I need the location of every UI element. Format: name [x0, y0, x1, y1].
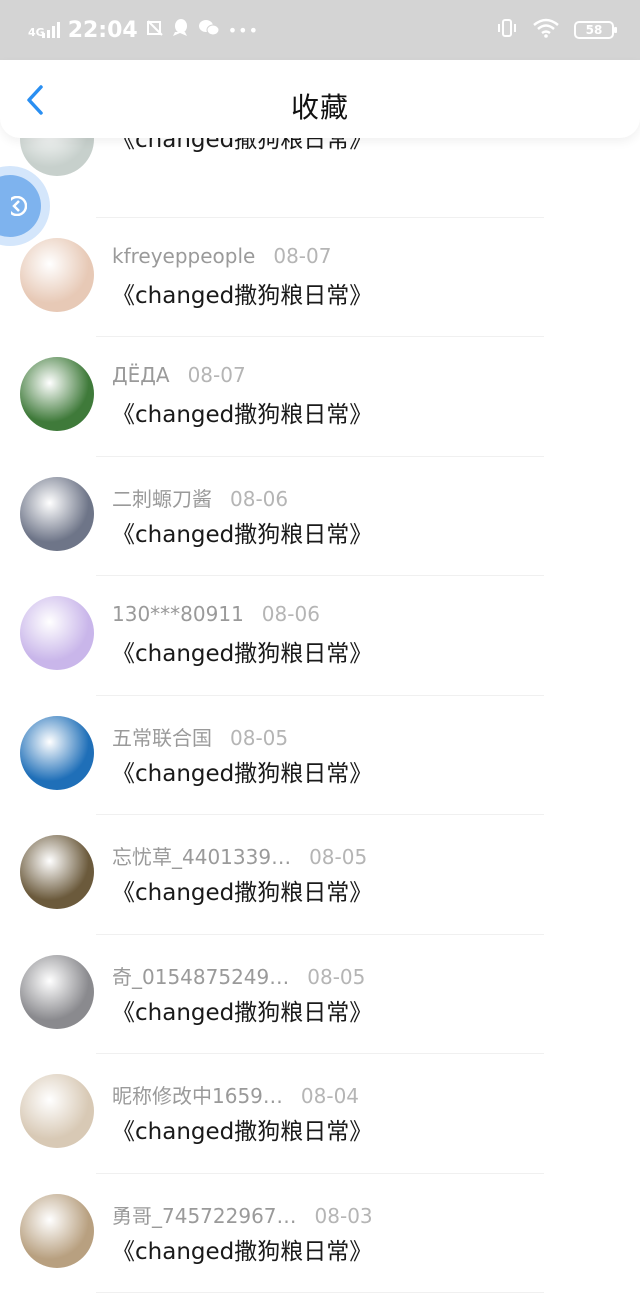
item-title: 《changed撒狗粮日常》: [112, 754, 372, 788]
item-meta: kfreyeppeople 08-07: [112, 244, 331, 268]
avatar[interactable]: [20, 716, 94, 790]
item-title: 《changed撒狗粮日常》: [112, 1112, 372, 1146]
item-meta: 勇哥_745722967… 08-03: [112, 1200, 373, 1229]
username: 昵称修改中1659…: [112, 1080, 283, 1109]
username: 奇_0154875249…: [112, 961, 289, 990]
list-item[interactable]: 忘忧草_4401339… 08-05 《changed撒狗粮日常》: [0, 815, 640, 935]
mute-icon: [146, 19, 164, 42]
item-title: 《changed撒狗粮日常》: [112, 634, 372, 668]
item-title: 《changed撒狗粮日常》: [112, 276, 372, 310]
username: kfreyeppeople: [112, 244, 255, 268]
avatar[interactable]: [20, 835, 94, 909]
list-item[interactable]: 奇_0154875249… 08-05 《changed撒狗粮日常》: [0, 935, 640, 1055]
username: ДЁДА: [112, 363, 170, 387]
item-date: 08-07: [273, 244, 331, 268]
signal-icon: 4G: [28, 22, 60, 38]
item-date: 08-05: [309, 845, 367, 869]
item-meta: 二刺螈刀酱 08-06: [112, 483, 288, 512]
vibrate-icon: [496, 18, 518, 42]
list-item[interactable]: 130***80911 08-06 《changed撒狗粮日常》: [0, 576, 640, 696]
avatar[interactable]: [20, 238, 94, 312]
nav-header: 收藏: [0, 60, 640, 138]
list-item[interactable]: kfreyeppeople 08-07 《changed撒狗粮日常》: [0, 218, 640, 338]
item-title: 《changed撒狗粮日常》: [112, 1232, 372, 1266]
more-notifications-icon: •••: [228, 21, 259, 40]
avatar[interactable]: [20, 1194, 94, 1268]
battery-indicator: 58: [574, 21, 614, 39]
item-title: 《changed撒狗粮日常》: [112, 515, 372, 549]
avatar[interactable]: [20, 357, 94, 431]
item-meta: 130***80911 08-06: [112, 602, 320, 626]
item-date: 08-05: [307, 965, 365, 989]
username: 五常联合国: [112, 722, 212, 751]
wifi-icon: [532, 18, 560, 42]
username: 130***80911: [112, 602, 244, 626]
status-bar: 4G 22:04 ••• 58: [0, 0, 640, 60]
list-item[interactable]: 二刺螈刀酱 08-06 《changed撒狗粮日常》: [0, 457, 640, 577]
item-title: 《changed撒狗粮日常》: [112, 395, 372, 429]
list-item[interactable]: 昵称修改中1659… 08-04 《changed撒狗粮日常》: [0, 1054, 640, 1174]
list-item[interactable]: 五常联合国 08-05 《changed撒狗粮日常》: [0, 696, 640, 816]
favorites-list: 烟草缘大人法请留步08-07《changed撒狗粮日常》kfreyeppeopl…: [0, 98, 640, 1293]
item-meta: 五常联合国 08-05: [112, 722, 288, 751]
avatar[interactable]: [20, 477, 94, 551]
list-item[interactable]: ДЁДА 08-07 《changed撒狗粮日常》: [0, 337, 640, 457]
item-date: 08-06: [230, 487, 288, 511]
avatar[interactable]: [20, 1074, 94, 1148]
item-meta: 忘忧草_4401339… 08-05: [112, 841, 367, 870]
item-date: 08-05: [230, 726, 288, 750]
item-meta: 昵称修改中1659… 08-04: [112, 1080, 359, 1109]
list-item[interactable]: 勇哥_745722967… 08-03 《changed撒狗粮日常》: [0, 1174, 640, 1293]
double-chevron-left-icon: [11, 196, 27, 216]
clock: 22:04: [68, 18, 138, 43]
item-date: 08-06: [262, 602, 320, 626]
username: 忘忧草_4401339…: [112, 841, 291, 870]
username: 勇哥_745722967…: [112, 1200, 297, 1229]
avatar[interactable]: [20, 596, 94, 670]
item-date: 08-04: [301, 1084, 359, 1108]
item-date: 08-07: [188, 363, 246, 387]
item-title: 《changed撒狗粮日常》: [112, 993, 372, 1027]
item-title: 《changed撒狗粮日常》: [112, 873, 372, 907]
username: 二刺螈刀酱: [112, 483, 212, 512]
item-meta: 奇_0154875249… 08-05: [112, 961, 365, 990]
avatar[interactable]: [20, 955, 94, 1029]
item-meta: ДЁДА 08-07: [112, 363, 246, 387]
qq-icon: [172, 18, 190, 43]
wechat-icon: [198, 19, 220, 42]
page-title: 收藏: [0, 86, 640, 126]
item-date: 08-03: [315, 1204, 373, 1228]
